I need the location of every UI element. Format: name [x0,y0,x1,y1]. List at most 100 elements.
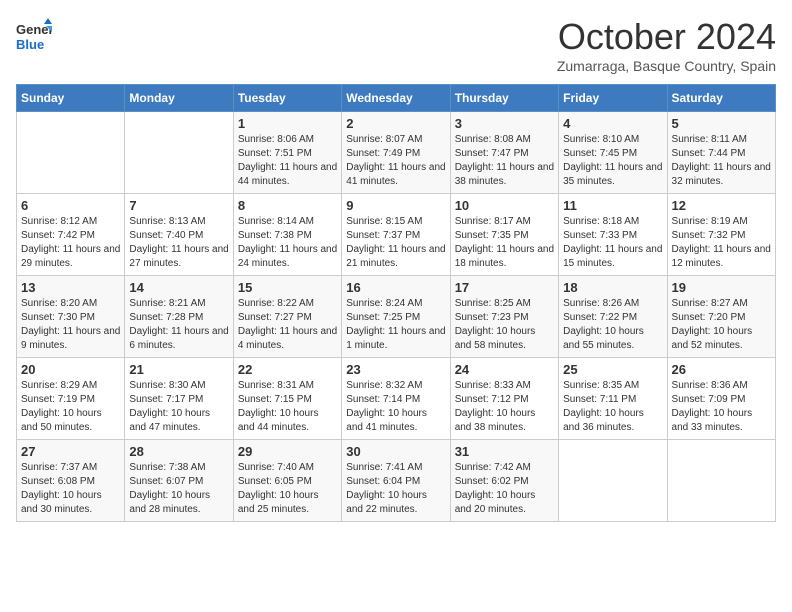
day-number: 21 [129,362,228,377]
day-info: Sunrise: 7:38 AMSunset: 6:07 PMDaylight:… [129,461,228,517]
calendar-cell: 9 Sunrise: 8:15 AMSunset: 7:37 PMDaylight… [342,194,450,276]
day-header-tuesday: Tuesday [233,85,341,112]
calendar-cell [125,112,233,194]
day-header-thursday: Thursday [450,85,558,112]
day-info: Sunrise: 8:35 AMSunset: 7:11 PMDaylight:… [563,379,662,435]
day-number: 9 [346,198,445,213]
day-info: Sunrise: 8:19 AMSunset: 7:32 PMDaylight:… [672,215,771,271]
day-number: 16 [346,280,445,295]
day-number: 12 [672,198,771,213]
day-info: Sunrise: 7:42 AMSunset: 6:02 PMDaylight:… [455,461,554,517]
calendar-cell: 6 Sunrise: 8:12 AMSunset: 7:42 PMDaylight… [17,194,125,276]
day-info: Sunrise: 8:12 AMSunset: 7:42 PMDaylight:… [21,215,120,271]
day-info: Sunrise: 8:08 AMSunset: 7:47 PMDaylight:… [455,133,554,189]
calendar-cell: 2 Sunrise: 8:07 AMSunset: 7:49 PMDaylight… [342,112,450,194]
calendar-cell: 1 Sunrise: 8:06 AMSunset: 7:51 PMDaylight… [233,112,341,194]
calendar-cell: 14 Sunrise: 8:21 AMSunset: 7:28 PMDayligh… [125,276,233,358]
day-number: 8 [238,198,337,213]
day-number: 11 [563,198,662,213]
day-number: 14 [129,280,228,295]
calendar-cell: 16 Sunrise: 8:24 AMSunset: 7:25 PMDayligh… [342,276,450,358]
calendar-cell: 17 Sunrise: 8:25 AMSunset: 7:23 PMDayligh… [450,276,558,358]
calendar-cell: 7Sunrise: 8:13 AMSunset: 7:40 PMDaylight… [125,194,233,276]
day-number: 6 [21,198,120,213]
calendar-cell [559,440,667,522]
day-info: Sunrise: 8:21 AMSunset: 7:28 PMDaylight:… [129,297,228,353]
day-info: Sunrise: 8:20 AMSunset: 7:30 PMDaylight:… [21,297,120,353]
calendar-cell: 13 Sunrise: 8:20 AMSunset: 7:30 PMDayligh… [17,276,125,358]
day-info: Sunrise: 7:37 AMSunset: 6:08 PMDaylight:… [21,461,120,517]
day-info: Sunrise: 8:30 AMSunset: 7:17 PMDaylight:… [129,379,228,435]
calendar-cell: 29 Sunrise: 7:40 AMSunset: 6:05 PMDayligh… [233,440,341,522]
title-block: October 2024 Zumarraga, Basque Country, … [557,16,776,74]
calendar-cell: 15 Sunrise: 8:22 AMSunset: 7:27 PMDayligh… [233,276,341,358]
day-number: 4 [563,116,662,131]
calendar-table: SundayMondayTuesdayWednesdayThursdayFrid… [16,84,776,522]
day-info: Sunrise: 8:10 AMSunset: 7:45 PMDaylight:… [563,133,662,189]
day-number: 1 [238,116,337,131]
day-info: Sunrise: 8:29 AMSunset: 7:19 PMDaylight:… [21,379,120,435]
day-number: 5 [672,116,771,131]
day-number: 10 [455,198,554,213]
day-number: 24 [455,362,554,377]
day-number: 22 [238,362,337,377]
calendar-cell: 23 Sunrise: 8:32 AMSunset: 7:14 PMDayligh… [342,358,450,440]
calendar-cell: 5 Sunrise: 8:11 AMSunset: 7:44 PMDaylight… [667,112,775,194]
day-info: Sunrise: 8:06 AMSunset: 7:51 PMDaylight:… [238,133,337,189]
day-info: Sunrise: 8:24 AMSunset: 7:25 PMDaylight:… [346,297,445,353]
day-number: 19 [672,280,771,295]
logo: General Blue [16,16,52,61]
svg-text:General: General [16,22,52,37]
calendar-cell: 11 Sunrise: 8:18 AMSunset: 7:33 PMDayligh… [559,194,667,276]
day-info: Sunrise: 7:41 AMSunset: 6:04 PMDaylight:… [346,461,445,517]
calendar-cell: 12 Sunrise: 8:19 AMSunset: 7:32 PMDayligh… [667,194,775,276]
day-number: 31 [455,444,554,459]
calendar-cell [667,440,775,522]
day-header-wednesday: Wednesday [342,85,450,112]
day-info: Sunrise: 8:33 AMSunset: 7:12 PMDaylight:… [455,379,554,435]
calendar-cell: 22 Sunrise: 8:31 AMSunset: 7:15 PMDayligh… [233,358,341,440]
calendar-cell: 26Sunrise: 8:36 AMSunset: 7:09 PMDayligh… [667,358,775,440]
calendar-cell: 20Sunrise: 8:29 AMSunset: 7:19 PMDayligh… [17,358,125,440]
day-info: Sunrise: 8:18 AMSunset: 7:33 PMDaylight:… [563,215,662,271]
day-number: 29 [238,444,337,459]
day-number: 23 [346,362,445,377]
day-info: Sunrise: 8:25 AMSunset: 7:23 PMDaylight:… [455,297,554,353]
day-header-monday: Monday [125,85,233,112]
day-info: Sunrise: 8:32 AMSunset: 7:14 PMDaylight:… [346,379,445,435]
day-number: 30 [346,444,445,459]
day-header-friday: Friday [559,85,667,112]
logo-icon: General Blue [16,16,52,56]
day-info: Sunrise: 8:11 AMSunset: 7:44 PMDaylight:… [672,133,771,189]
location-subtitle: Zumarraga, Basque Country, Spain [557,58,776,74]
day-info: Sunrise: 8:15 AMSunset: 7:37 PMDaylight:… [346,215,445,271]
day-info: Sunrise: 8:14 AMSunset: 7:38 PMDaylight:… [238,215,337,271]
day-number: 2 [346,116,445,131]
calendar-cell: 28Sunrise: 7:38 AMSunset: 6:07 PMDayligh… [125,440,233,522]
calendar-cell: 8 Sunrise: 8:14 AMSunset: 7:38 PMDaylight… [233,194,341,276]
day-info: Sunrise: 8:13 AMSunset: 7:40 PMDaylight:… [129,215,228,271]
day-header-saturday: Saturday [667,85,775,112]
calendar-cell: 24 Sunrise: 8:33 AMSunset: 7:12 PMDayligh… [450,358,558,440]
month-title: October 2024 [557,16,776,58]
calendar-cell: 25Sunrise: 8:35 AMSunset: 7:11 PMDayligh… [559,358,667,440]
day-number: 3 [455,116,554,131]
calendar-cell: 4 Sunrise: 8:10 AMSunset: 7:45 PMDaylight… [559,112,667,194]
day-number: 26 [672,362,771,377]
day-info: Sunrise: 8:17 AMSunset: 7:35 PMDaylight:… [455,215,554,271]
day-number: 18 [563,280,662,295]
day-header-sunday: Sunday [17,85,125,112]
calendar-cell: 18 Sunrise: 8:26 AMSunset: 7:22 PMDayligh… [559,276,667,358]
calendar-cell: 21 Sunrise: 8:30 AMSunset: 7:17 PMDayligh… [125,358,233,440]
day-number: 15 [238,280,337,295]
day-info: Sunrise: 8:26 AMSunset: 7:22 PMDaylight:… [563,297,662,353]
day-info: Sunrise: 7:40 AMSunset: 6:05 PMDaylight:… [238,461,337,517]
day-info: Sunrise: 8:07 AMSunset: 7:49 PMDaylight:… [346,133,445,189]
day-number: 13 [21,280,120,295]
day-info: Sunrise: 8:31 AMSunset: 7:15 PMDaylight:… [238,379,337,435]
day-number: 17 [455,280,554,295]
calendar-cell: 30 Sunrise: 7:41 AMSunset: 6:04 PMDayligh… [342,440,450,522]
calendar-cell: 19Sunrise: 8:27 AMSunset: 7:20 PMDayligh… [667,276,775,358]
calendar-cell: 3 Sunrise: 8:08 AMSunset: 7:47 PMDaylight… [450,112,558,194]
day-info: Sunrise: 8:22 AMSunset: 7:27 PMDaylight:… [238,297,337,353]
